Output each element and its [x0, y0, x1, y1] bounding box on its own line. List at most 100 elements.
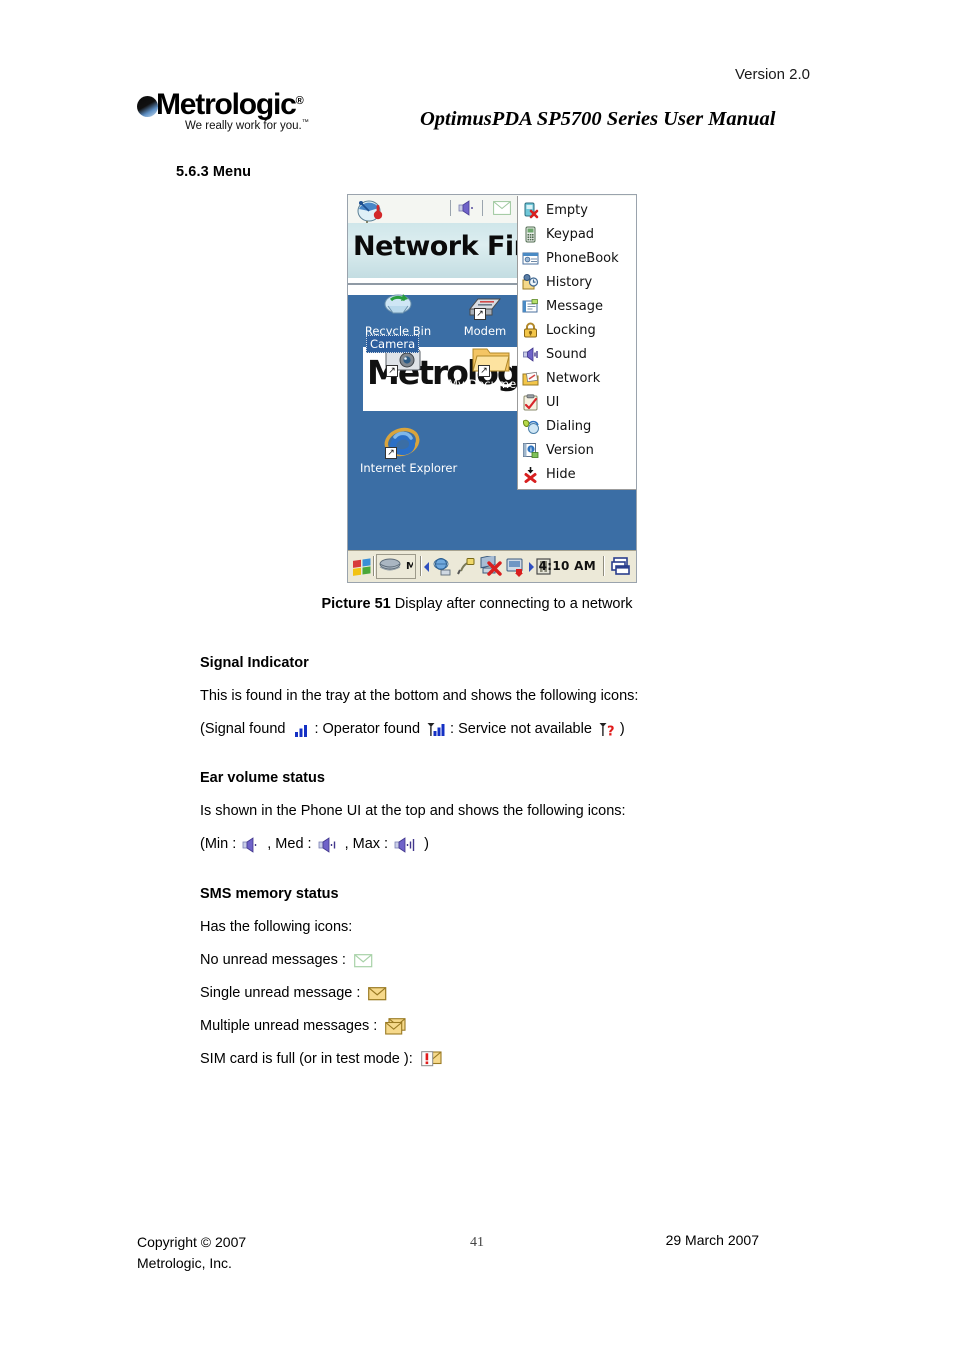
signal-bars-antenna-icon [427, 722, 447, 737]
statusbar-separator-left [450, 200, 451, 216]
menu-item-version[interactable]: i Version [518, 438, 636, 462]
desktop-icon-recycle-bin[interactable]: Recycle Bin [358, 291, 438, 338]
speaker-volume-icon [458, 200, 473, 216]
sms-row-multiple-unread: Multiple unread messages : [200, 1017, 800, 1036]
metrologic-logo: Metrologic® We really work for you.™ [137, 86, 325, 138]
windows-start-icon[interactable] [352, 557, 373, 577]
signal-indicator-line1: This is found in the tray at the bottom … [200, 688, 639, 704]
figure-caption-label: Picture 51 [321, 596, 391, 612]
legend-2: : Service not available [450, 721, 592, 737]
legend-open: (Signal found [200, 721, 286, 737]
menu-item-history[interactable]: History [518, 270, 636, 294]
message-icon [522, 298, 539, 315]
svg-text:M: M [406, 561, 413, 572]
registered-mark: ® [295, 95, 304, 107]
phone-popup-menu[interactable]: Empty Keypad PhoneBook History Message L… [517, 196, 636, 490]
phonebook-icon [522, 250, 539, 267]
envelope-alert-icon [420, 1050, 444, 1069]
recycle-bin-icon [379, 291, 417, 325]
menu-item-label: UI [546, 394, 560, 410]
menu-item-label: Network [546, 370, 601, 386]
desktop-icon-internet-explorer[interactable]: ↗ Internet Explorer [360, 423, 457, 475]
tray-scroll-left-icon[interactable] [424, 562, 430, 572]
eject-icon[interactable] [506, 557, 526, 577]
menu-item-keypad[interactable]: Keypad [518, 222, 636, 246]
sms-row-single-unread: Single unread message : [200, 984, 800, 1003]
desktop-icon-label: Modem [463, 324, 507, 338]
shortcut-overlay-icon: ↗ [386, 365, 398, 377]
menu-item-network[interactable]: Network [518, 366, 636, 390]
sms-row-label: Single unread message : [200, 985, 361, 1001]
sms-row-label: No unread messages : [200, 952, 346, 968]
taskbar-separator-1 [373, 556, 375, 576]
sms-memory-text: Has the following icons: [200, 918, 800, 937]
ui-clipboard-icon [522, 393, 539, 411]
manual-title: OptimusPDA SP5700 Series User Manual [420, 108, 776, 130]
menu-item-dialing[interactable]: Dialing [518, 414, 636, 438]
plug-icon[interactable] [456, 557, 476, 577]
signal-bars-icon [295, 723, 311, 737]
modem-icon: ↗ [466, 291, 504, 325]
keypad-icon [522, 226, 539, 243]
shortcut-overlay-icon: ↗ [474, 308, 486, 320]
tray-scroll-right-icon[interactable] [528, 562, 534, 572]
envelope-multiple-icon [385, 1018, 408, 1035]
phone-empty-icon [522, 202, 539, 219]
menu-item-label: Hide [546, 466, 576, 482]
menu-item-locking[interactable]: Locking [518, 318, 636, 342]
statusbar-separator-mid [482, 200, 483, 216]
volume-med-icon [318, 836, 342, 853]
menu-item-empty[interactable]: Empty [518, 198, 636, 222]
menu-item-sound[interactable]: Sound [518, 342, 636, 366]
sms-row-label: Multiple unread messages : [200, 1018, 378, 1034]
sms-memory-heading: SMS memory status [200, 886, 339, 902]
desktop-icon-label-camera: Camera [366, 335, 420, 353]
menu-item-phonebook[interactable]: PhoneBook [518, 246, 636, 270]
page-footer: Copyright © 2007 Metrologic, Inc. 41 29 … [0, 1232, 954, 1292]
signal-indicator-heading: Signal Indicator [200, 655, 309, 671]
taskbar-clock: 4:10 AM [538, 559, 596, 573]
ear-volume-legend: (Min : , Med : , Max :) [200, 835, 800, 854]
disconnect-icon[interactable] [480, 556, 502, 577]
logo-tagline: We really work for you.™ [185, 119, 309, 132]
footer-page-number: 41 [470, 1235, 484, 1250]
desktop-icon-label: Internet Explorer [360, 461, 457, 475]
network-icon [522, 370, 539, 387]
hide-icon [522, 466, 539, 483]
envelope-outline-icon [353, 953, 374, 968]
taskbar-separator-3 [603, 556, 605, 576]
trademark-mark: ™ [301, 119, 309, 126]
signal-indicator-legend: (Signal found : Operator found : Service… [200, 720, 800, 740]
sms-row-no-unread: No unread messages : [200, 951, 800, 970]
menu-item-label: Message [546, 298, 603, 314]
footer-date: 29 March 2007 [665, 1232, 759, 1248]
volume-med-label: , Med : [267, 836, 312, 852]
menu-item-hide[interactable]: Hide [518, 462, 636, 486]
shortcut-overlay-icon: ↗ [478, 365, 490, 377]
sound-speaker-icon [522, 346, 539, 363]
ear-volume-section: Ear volume status Is shown in the Phone … [200, 770, 800, 868]
legend-1: : Operator found [314, 721, 421, 737]
pda-taskbar[interactable]: M [348, 550, 636, 582]
no-service-icon: ? [599, 722, 617, 740]
ear-volume-line1: Is shown in the Phone UI at the top and … [200, 803, 626, 819]
input-panel-icon[interactable]: M [376, 554, 416, 579]
padlock-icon [522, 322, 539, 339]
volume-legend-close: ) [424, 836, 429, 852]
volume-min-label: (Min : [200, 836, 237, 852]
show-desktop-icon[interactable] [610, 557, 632, 577]
menu-item-label: Keypad [546, 226, 595, 242]
envelope-single-icon [368, 986, 388, 1001]
menu-item-label: Locking [546, 322, 596, 338]
pda-screenshot-figure: Network Find Recycle Bin ↗ Modem Metrolo… [347, 194, 637, 583]
version-label: Version 2.0 [734, 66, 810, 83]
network-connection-icon[interactable] [432, 557, 452, 577]
figure-caption: Picture 51 Display after connecting to a… [0, 596, 954, 612]
sms-row-label: SIM card is full (or in test mode ): [200, 1051, 413, 1067]
menu-item-message[interactable]: Message [518, 294, 636, 318]
sms-row-sim-full: SIM card is full (or in test mode ): [200, 1050, 800, 1069]
volume-max-label: , Max : [344, 836, 389, 852]
menu-item-ui[interactable]: UI [518, 390, 636, 414]
page-header: Version 2.0 Metrologic® We really work f… [0, 0, 954, 150]
desktop-icon-modem[interactable]: ↗ Modem [445, 291, 525, 338]
